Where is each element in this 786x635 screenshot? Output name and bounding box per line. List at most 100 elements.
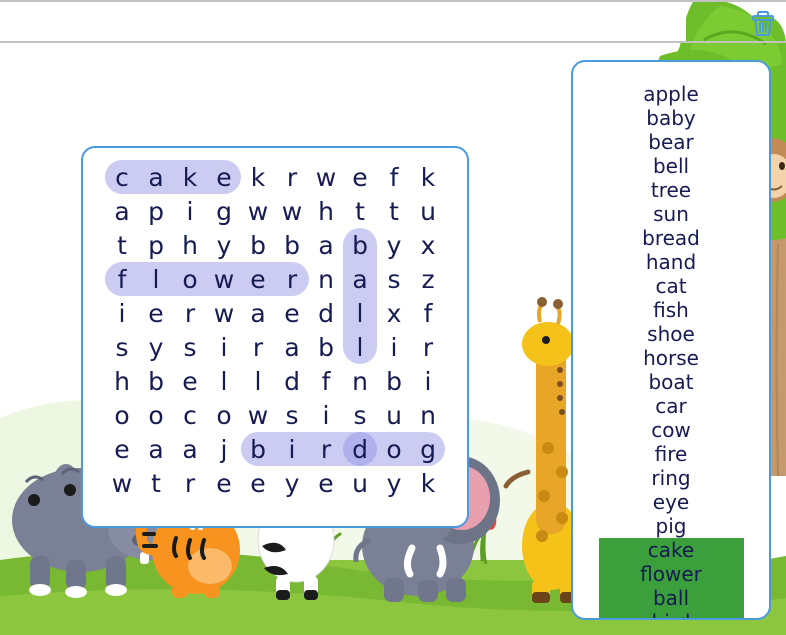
grid-cell[interactable]: w (241, 194, 275, 228)
grid-cell[interactable]: k (241, 160, 275, 194)
word-list-item[interactable]: apple (573, 82, 769, 106)
grid-cell[interactable]: x (377, 296, 411, 330)
grid-cell[interactable]: a (105, 194, 139, 228)
grid-cell[interactable]: e (105, 432, 139, 466)
grid-cell[interactable]: r (173, 296, 207, 330)
grid-cell[interactable]: w (275, 194, 309, 228)
word-list-item[interactable]: ring (573, 466, 769, 490)
grid-cell[interactable]: d (343, 432, 377, 466)
grid-cell[interactable]: e (343, 160, 377, 194)
grid-cell[interactable]: s (173, 330, 207, 364)
grid-cell[interactable]: y (207, 228, 241, 262)
word-search-grid-panel[interactable]: cakekrwefkapigwwhttutphybbabyxflowernasz… (81, 146, 469, 528)
grid-cell[interactable]: h (173, 228, 207, 262)
word-list-item[interactable]: fire (573, 442, 769, 466)
grid-cell[interactable]: g (207, 194, 241, 228)
grid-cell[interactable]: f (309, 364, 343, 398)
grid-cell[interactable]: a (173, 432, 207, 466)
grid-cell[interactable]: x (411, 228, 445, 262)
grid-cell[interactable]: n (309, 262, 343, 296)
grid-cell[interactable]: t (105, 228, 139, 262)
grid-cell[interactable]: w (105, 466, 139, 500)
grid-cell[interactable]: l (343, 296, 377, 330)
grid-cell[interactable]: e (275, 296, 309, 330)
grid-cell[interactable]: s (275, 398, 309, 432)
grid-cell[interactable]: i (207, 330, 241, 364)
grid-cell[interactable]: o (173, 262, 207, 296)
word-list-item[interactable]: eye (573, 490, 769, 514)
grid-cell[interactable]: a (309, 228, 343, 262)
grid-cell[interactable]: p (139, 228, 173, 262)
grid-cell[interactable]: a (275, 330, 309, 364)
grid-cell[interactable]: r (411, 330, 445, 364)
grid-cell[interactable]: s (343, 398, 377, 432)
grid-cell[interactable]: y (377, 466, 411, 500)
grid-cell[interactable]: h (309, 194, 343, 228)
grid-cell[interactable]: i (275, 432, 309, 466)
grid-cell[interactable]: w (207, 296, 241, 330)
grid-cell[interactable]: c (105, 160, 139, 194)
grid-cell[interactable]: r (275, 160, 309, 194)
grid-cell[interactable]: r (275, 262, 309, 296)
grid-cell[interactable]: o (139, 398, 173, 432)
grid-cell[interactable]: a (343, 262, 377, 296)
word-list-item-found[interactable]: bird (573, 610, 769, 618)
grid-cell[interactable]: k (411, 466, 445, 500)
grid-cell[interactable]: b (377, 364, 411, 398)
grid-cell[interactable]: r (173, 466, 207, 500)
grid-cell[interactable]: a (139, 432, 173, 466)
word-list-item[interactable]: cat (573, 274, 769, 298)
word-list-item[interactable]: shoe (573, 322, 769, 346)
word-list-panel[interactable]: apple baby bear bell tree sun bread hand cat fish… (571, 60, 771, 620)
grid-cell[interactable]: n (343, 364, 377, 398)
grid-cell[interactable]: y (275, 466, 309, 500)
grid-cell[interactable]: t (377, 194, 411, 228)
grid-cell[interactable]: k (411, 160, 445, 194)
grid-cell[interactable]: b (139, 364, 173, 398)
word-list[interactable]: apple baby bear bell tree sun bread hand cat fish… (573, 82, 769, 618)
grid-cell[interactable]: y (139, 330, 173, 364)
grid-cell[interactable]: i (377, 330, 411, 364)
word-list-item[interactable]: boat (573, 370, 769, 394)
grid-cell[interactable]: l (343, 330, 377, 364)
word-list-item[interactable]: car (573, 394, 769, 418)
grid-cell[interactable]: w (241, 398, 275, 432)
grid-cell[interactable]: u (343, 466, 377, 500)
grid-cell[interactable]: u (411, 194, 445, 228)
grid-cell[interactable]: e (139, 296, 173, 330)
grid-cell[interactable]: l (207, 364, 241, 398)
grid-cell[interactable]: f (105, 262, 139, 296)
grid-cell[interactable]: n (411, 398, 445, 432)
grid-cell[interactable]: i (173, 194, 207, 228)
grid-cell[interactable]: l (139, 262, 173, 296)
grid-cell[interactable]: o (377, 432, 411, 466)
grid-cell[interactable]: b (241, 228, 275, 262)
grid-cell[interactable]: e (241, 466, 275, 500)
grid-cell[interactable]: e (207, 466, 241, 500)
word-list-item[interactable]: bread (573, 226, 769, 250)
grid-cell[interactable]: c (173, 398, 207, 432)
grid-cell[interactable]: a (139, 160, 173, 194)
word-list-item[interactable]: fish (573, 298, 769, 322)
grid-cell[interactable]: t (343, 194, 377, 228)
word-list-item[interactable]: bell (573, 154, 769, 178)
grid-cell[interactable]: z (411, 262, 445, 296)
grid-cell[interactable]: o (207, 398, 241, 432)
word-list-item-found[interactable]: flower (573, 562, 769, 586)
grid-cell[interactable]: i (105, 296, 139, 330)
grid-cell[interactable]: b (241, 432, 275, 466)
trash-button[interactable] (748, 7, 778, 40)
grid-cell[interactable]: f (377, 160, 411, 194)
word-list-item-found[interactable]: cake (573, 538, 769, 562)
grid-cell[interactable]: a (241, 296, 275, 330)
grid-cell[interactable]: i (411, 364, 445, 398)
word-list-item[interactable]: bear (573, 130, 769, 154)
word-list-item[interactable]: tree (573, 178, 769, 202)
word-list-item[interactable]: horse (573, 346, 769, 370)
grid-cell[interactable]: d (275, 364, 309, 398)
word-list-item[interactable]: baby (573, 106, 769, 130)
grid-cell[interactable]: s (377, 262, 411, 296)
grid-cell[interactable]: e (241, 262, 275, 296)
grid-cell[interactable]: l (241, 364, 275, 398)
word-list-item[interactable]: pig (573, 514, 769, 538)
